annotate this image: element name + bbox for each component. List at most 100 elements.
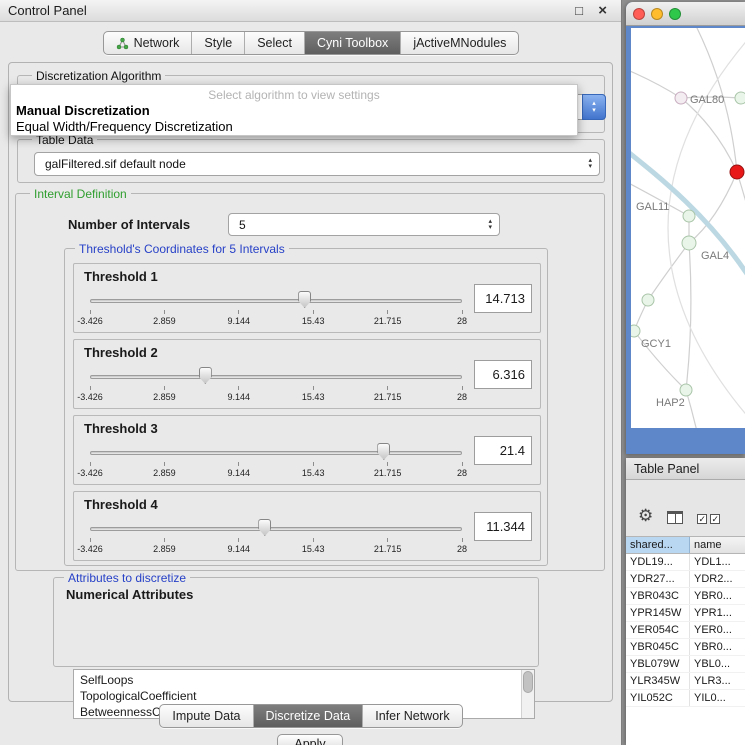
slider-tick-marks xyxy=(90,386,462,391)
threshold-4-slider[interactable]: -3.4262.8599.14415.4321.71528 xyxy=(90,516,462,560)
threshold-1-box: Threshold 1 -3.4262.8599.14415.4321.7152… xyxy=(73,263,541,333)
combobox-stepper[interactable]: ▴ ▾ xyxy=(582,94,606,120)
tab-cyni-toolbox[interactable]: Cyni Toolbox xyxy=(305,32,401,54)
minimize-traffic-light[interactable] xyxy=(651,8,663,20)
tab-discretize-data[interactable]: Discretize Data xyxy=(254,705,364,727)
list-item[interactable]: TopologicalCoefficient xyxy=(74,688,534,704)
float-window-icon[interactable]: □ xyxy=(575,0,583,22)
tab-impute-data[interactable]: Impute Data xyxy=(160,705,253,727)
slider-track[interactable] xyxy=(90,527,462,531)
network-node[interactable] xyxy=(735,92,745,104)
number-of-intervals-combobox[interactable]: 5 ▴ ▾ xyxy=(228,213,500,236)
combobox-stepper[interactable]: ▴ ▾ xyxy=(588,158,592,170)
close-window-icon[interactable]: × xyxy=(598,0,607,22)
node-table-body: YDL19...YDL1...YDR27...YDR2...YBR043CYBR… xyxy=(626,554,745,745)
tick-mark xyxy=(462,310,463,314)
network-edge[interactable] xyxy=(686,243,691,390)
table-row[interactable]: YLR345WYLR3... xyxy=(626,673,745,690)
table-cell: YLR3... xyxy=(690,673,745,689)
slider-thumb[interactable] xyxy=(298,291,311,308)
menu-item-manual-discretization[interactable]: Manual Discretization xyxy=(16,103,150,118)
numerical-attributes-label: Numerical Attributes xyxy=(66,587,193,602)
table-row[interactable]: YBL079WYBL0... xyxy=(626,656,745,673)
table-cell: YLR345W xyxy=(626,673,690,689)
network-node[interactable] xyxy=(683,210,695,222)
network-edge[interactable] xyxy=(648,243,689,300)
threshold-2-slider[interactable]: -3.4262.8599.14415.4321.71528 xyxy=(90,364,462,408)
network-graph[interactable]: GAL80GAL11GAL4GCY1HAP2 xyxy=(631,28,745,428)
list-item[interactable]: SelfLoops xyxy=(74,672,534,688)
table-data-combobox[interactable]: galFiltered.sif default node ▴ ▾ xyxy=(34,152,600,176)
threshold-value-field[interactable]: 11.344 xyxy=(474,512,532,541)
tick-label: 15.43 xyxy=(302,544,325,554)
tab-network[interactable]: Network xyxy=(104,32,193,54)
network-node[interactable] xyxy=(631,325,640,337)
network-edge[interactable] xyxy=(681,98,737,172)
zoom-traffic-light[interactable] xyxy=(669,8,681,20)
slider-tick-labels: -3.4262.8599.14415.4321.71528 xyxy=(90,392,462,404)
table-row[interactable]: YBR045CYBR0... xyxy=(626,639,745,656)
slider-thumb[interactable] xyxy=(258,519,271,536)
number-of-intervals-label: Number of Intervals xyxy=(68,217,190,232)
threshold-value-field[interactable]: 14.713 xyxy=(474,284,532,313)
threshold-value-field[interactable]: 6.316 xyxy=(474,360,532,389)
table-panel-titlebar: Table Panel xyxy=(626,458,745,480)
tick-mark xyxy=(90,538,91,542)
combobox-stepper[interactable]: ▴ ▾ xyxy=(488,219,492,231)
threshold-3-slider[interactable]: -3.4262.8599.14415.4321.71528 xyxy=(90,440,462,484)
columns-icon[interactable] xyxy=(667,511,683,524)
menu-item-equal-width-frequency[interactable]: Equal Width/Frequency Discretization xyxy=(16,119,233,134)
scrollbar-thumb[interactable] xyxy=(523,671,533,693)
table-cell: YDR2... xyxy=(690,571,745,587)
tick-label: 15.43 xyxy=(302,392,325,402)
gear-icon[interactable]: ⚙ xyxy=(638,507,653,524)
slider-thumb[interactable] xyxy=(199,367,212,384)
network-edge[interactable] xyxy=(631,68,681,98)
threshold-label: Threshold 1 xyxy=(84,269,158,284)
table-row[interactable]: YBR043CYBR0... xyxy=(626,588,745,605)
tick-label: 28 xyxy=(457,468,467,478)
network-node[interactable] xyxy=(730,165,744,179)
tick-label: -3.426 xyxy=(77,468,103,478)
thresholds-group: Threshold's Coordinates for 5 Intervals … xyxy=(64,248,548,566)
tab-style[interactable]: Style xyxy=(192,32,245,54)
slider-tick-labels: -3.4262.8599.14415.4321.71528 xyxy=(90,316,462,328)
tick-mark xyxy=(387,386,388,390)
tick-label: 2.859 xyxy=(153,468,176,478)
cyni-settings-panel: Discretization Algorithm ▴ ▾ Table Data … xyxy=(8,62,613,702)
tab-select[interactable]: Select xyxy=(245,32,305,54)
dropdown-placeholder: Select algorithm to view settings xyxy=(11,88,577,102)
select-columns-icon[interactable]: ✓ ✓ xyxy=(697,514,720,524)
network-node[interactable] xyxy=(680,384,692,396)
threshold-1-slider[interactable]: -3.4262.8599.14415.4321.71528 xyxy=(90,288,462,332)
tick-mark xyxy=(90,386,91,390)
slider-track[interactable] xyxy=(90,451,462,455)
table-cell: YBL0... xyxy=(690,656,745,672)
network-node[interactable] xyxy=(682,236,696,250)
group-title: Discretization Algorithm xyxy=(32,69,165,83)
threshold-value-field[interactable]: 21.4 xyxy=(474,436,532,465)
table-toolbar: ⚙ ✓ ✓ xyxy=(626,480,745,536)
network-node[interactable] xyxy=(642,294,654,306)
tab-infer-network[interactable]: Infer Network xyxy=(363,705,461,727)
threshold-label: Threshold 3 xyxy=(84,421,158,436)
column-header-name[interactable]: name xyxy=(690,537,745,553)
slider-thumb[interactable] xyxy=(377,443,390,460)
close-traffic-light[interactable] xyxy=(633,8,645,20)
network-view-window: GAL80GAL11GAL4GCY1HAP2 xyxy=(626,2,745,454)
tick-label: 9.144 xyxy=(228,468,251,478)
table-row[interactable]: YDR27...YDR2... xyxy=(626,571,745,588)
column-header-shared-name[interactable]: shared... xyxy=(626,537,690,553)
slider-track[interactable] xyxy=(90,299,462,303)
tick-label: 21.715 xyxy=(374,544,402,554)
apply-button[interactable]: Apply xyxy=(277,734,343,745)
table-row[interactable]: YER054CYER0... xyxy=(626,622,745,639)
network-canvas[interactable]: GAL80GAL11GAL4GCY1HAP2 xyxy=(631,28,745,428)
slider-track[interactable] xyxy=(90,375,462,379)
table-row[interactable]: YIL052CYIL0... xyxy=(626,690,745,707)
tick-label: 15.43 xyxy=(302,468,325,478)
table-row[interactable]: YDL19...YDL1... xyxy=(626,554,745,571)
network-node[interactable] xyxy=(675,92,687,104)
tab-jactivemnodules[interactable]: jActiveMNodules xyxy=(401,32,518,54)
table-row[interactable]: YPR145WYPR1... xyxy=(626,605,745,622)
